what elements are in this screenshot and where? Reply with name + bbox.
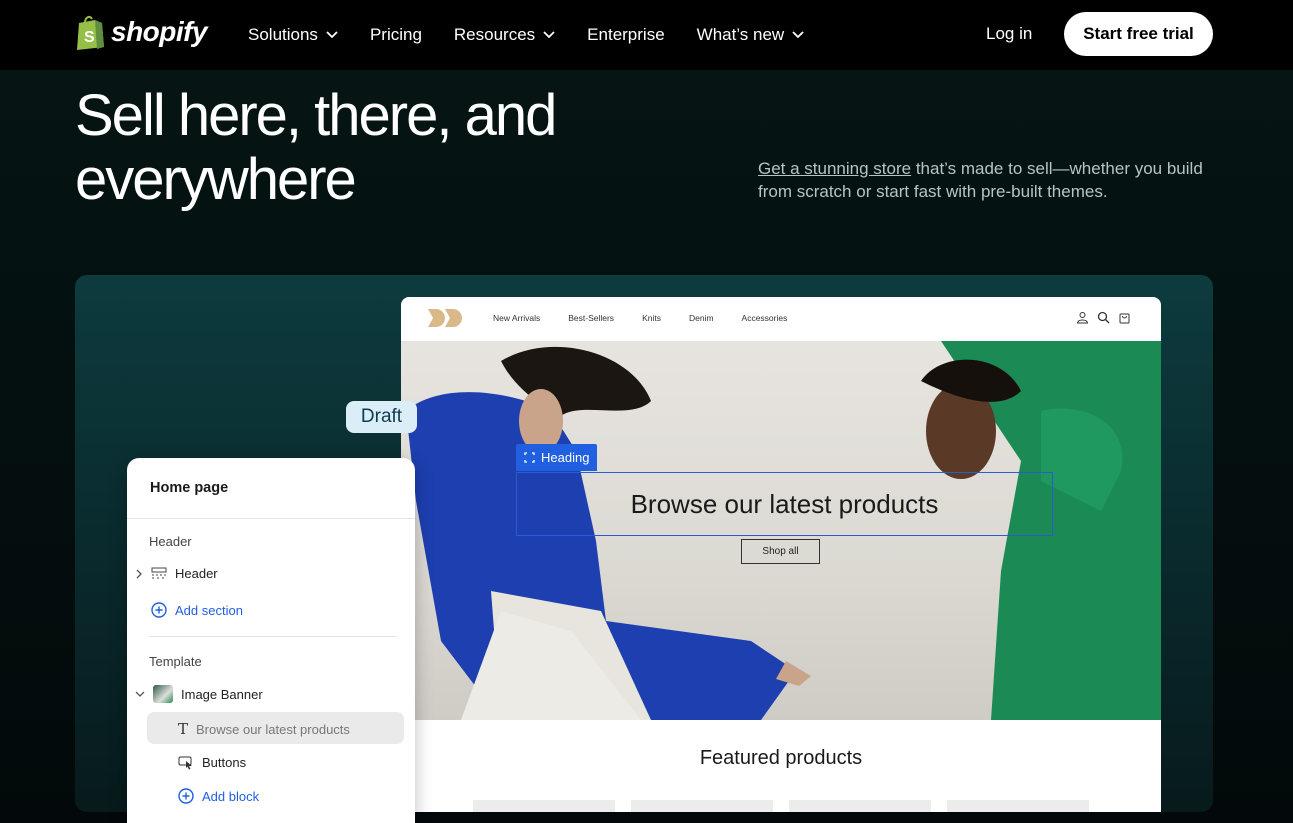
chevron-down-icon[interactable] (135, 690, 145, 698)
nav-item-pricing[interactable]: Pricing (370, 25, 422, 45)
buttons-block-item[interactable]: Buttons (178, 754, 246, 770)
image-thumbnail (153, 685, 173, 703)
header-layout-icon (151, 567, 167, 578)
product-card[interactable] (789, 800, 931, 812)
login-link[interactable]: Log in (986, 24, 1032, 44)
draft-badge: Draft (346, 401, 417, 433)
button-cursor-icon (178, 756, 192, 770)
banner-heading[interactable]: Browse our latest products (516, 472, 1053, 536)
nav-label: Solutions (248, 25, 318, 44)
chevron-right-icon[interactable] (135, 569, 143, 579)
plus-circle-icon (178, 788, 194, 804)
nav-label: Enterprise (587, 25, 665, 44)
cart-icon[interactable] (1118, 311, 1131, 324)
nav-links: Solutions Pricing Resources Enterprise W… (248, 0, 836, 70)
heading-block-tag[interactable]: Heading (516, 444, 598, 471)
store-nav: New Arrivals Best-Sellers Knits Denim Ac… (401, 297, 1161, 341)
store-link[interactable]: Best-Sellers (568, 313, 614, 323)
account-icon[interactable] (1076, 311, 1089, 324)
add-block-label: Add block (202, 788, 260, 804)
stunning-store-link[interactable]: Get a stunning store (758, 159, 911, 178)
text-icon: T (178, 720, 189, 738)
plus-circle-icon (151, 602, 167, 618)
store-logo-icon (428, 309, 462, 327)
product-card[interactable] (631, 800, 773, 812)
header-section-label: Header (149, 534, 192, 549)
svg-text:S: S (84, 29, 95, 46)
hero-title: Sell here, there, and everywhere (75, 83, 557, 212)
image-banner-label: Image Banner (181, 686, 263, 702)
image-banner-item[interactable]: Image Banner (135, 685, 263, 703)
brand-name: shopify (111, 16, 208, 47)
search-icon[interactable] (1097, 311, 1110, 324)
add-section-button[interactable]: Add section (151, 602, 243, 618)
buttons-block-label: Buttons (202, 754, 247, 770)
theme-editor-panel: Home page Header Header Add section Temp… (127, 458, 415, 823)
template-section-label: Template (149, 654, 202, 669)
select-frame-icon (524, 452, 535, 463)
hero-subtitle: Get a stunning store that’s made to sell… (758, 157, 1208, 203)
divider (149, 636, 397, 637)
image-banner[interactable]: Heading Browse our latest products Shop … (401, 341, 1161, 720)
store-links: New Arrivals Best-Sellers Knits Denim Ac… (493, 313, 815, 323)
shopify-logo[interactable]: S shopify (75, 14, 208, 50)
nav-item-enterprise[interactable]: Enterprise (587, 25, 664, 45)
heading-block-label: Browse our latest products (196, 721, 350, 737)
nav-label: What’s new (696, 25, 785, 44)
shop-all-button[interactable]: Shop all (741, 539, 820, 564)
divider (127, 518, 415, 519)
add-section-label: Add section (175, 602, 243, 618)
panel-title: Home page (150, 480, 229, 496)
add-block-button[interactable]: Add block (178, 788, 259, 804)
nav-item-whats-new[interactable]: What’s new (697, 25, 805, 45)
store-link[interactable]: Knits (642, 313, 661, 323)
store-link[interactable]: New Arrivals (493, 313, 540, 323)
shopify-bag-icon: S (77, 15, 104, 50)
header-item-label: Header (175, 566, 218, 581)
header-item[interactable]: Header (135, 566, 218, 581)
chevron-down-icon (792, 31, 804, 39)
nav-label: Pricing (369, 25, 422, 44)
chevron-down-icon (326, 31, 338, 39)
nav-item-resources[interactable]: Resources (454, 25, 555, 45)
top-nav: S shopify Solutions Pricing Resources En… (0, 0, 1293, 70)
chevron-down-icon (543, 31, 555, 39)
featured-products-heading: Featured products (699, 747, 863, 769)
nav-item-solutions[interactable]: Solutions (248, 25, 338, 45)
store-link[interactable]: Denim (689, 313, 714, 323)
product-row (473, 800, 1089, 812)
product-card[interactable] (473, 800, 615, 812)
store-link[interactable]: Accessories (742, 313, 788, 323)
product-card[interactable] (947, 800, 1089, 812)
start-free-trial-button[interactable]: Start free trial (1064, 12, 1213, 56)
storefront-preview: New Arrivals Best-Sellers Knits Denim Ac… (401, 297, 1161, 812)
store-icons (1076, 311, 1131, 324)
heading-block-item[interactable]: T Browse our latest products (178, 720, 350, 738)
heading-tag-label: Heading (541, 450, 590, 465)
nav-label: Resources (453, 25, 536, 44)
